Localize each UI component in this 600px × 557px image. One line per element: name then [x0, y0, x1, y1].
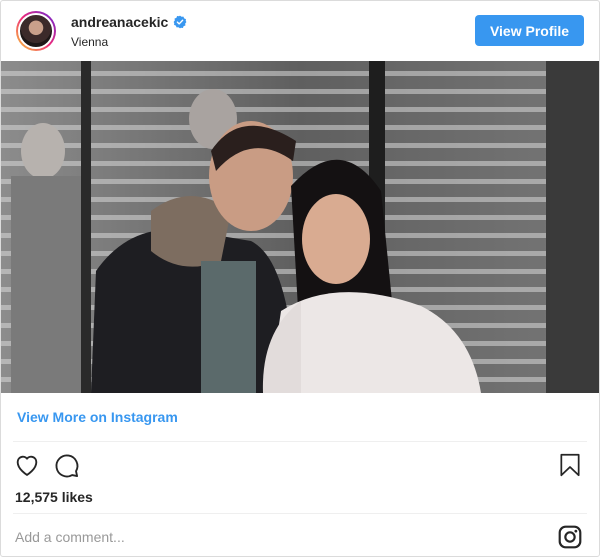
divider [13, 441, 587, 442]
verified-badge-icon [173, 15, 187, 29]
divider [13, 513, 587, 514]
username-link[interactable]: andreanacekic [71, 14, 168, 30]
post-photo[interactable] [1, 61, 599, 393]
view-more-link[interactable]: View More on Instagram [17, 409, 178, 425]
avatar[interactable] [16, 11, 56, 51]
add-comment-field[interactable]: Add a comment... [15, 529, 125, 545]
instagram-logo-icon[interactable] [557, 524, 583, 550]
photo-image [1, 61, 599, 393]
post-header: andreanacekic Vienna View Profile [1, 1, 599, 61]
heart-icon[interactable] [13, 451, 41, 479]
username-row: andreanacekic [71, 14, 187, 30]
view-profile-button[interactable]: View Profile [475, 15, 584, 46]
location-link[interactable]: Vienna [71, 35, 108, 49]
likes-count[interactable]: 12,575 likes [15, 489, 93, 505]
speech-bubble-icon[interactable] [52, 451, 80, 479]
bookmark-icon[interactable] [557, 451, 583, 479]
instagram-embed-card: andreanacekic Vienna View Profile View M… [0, 0, 600, 557]
